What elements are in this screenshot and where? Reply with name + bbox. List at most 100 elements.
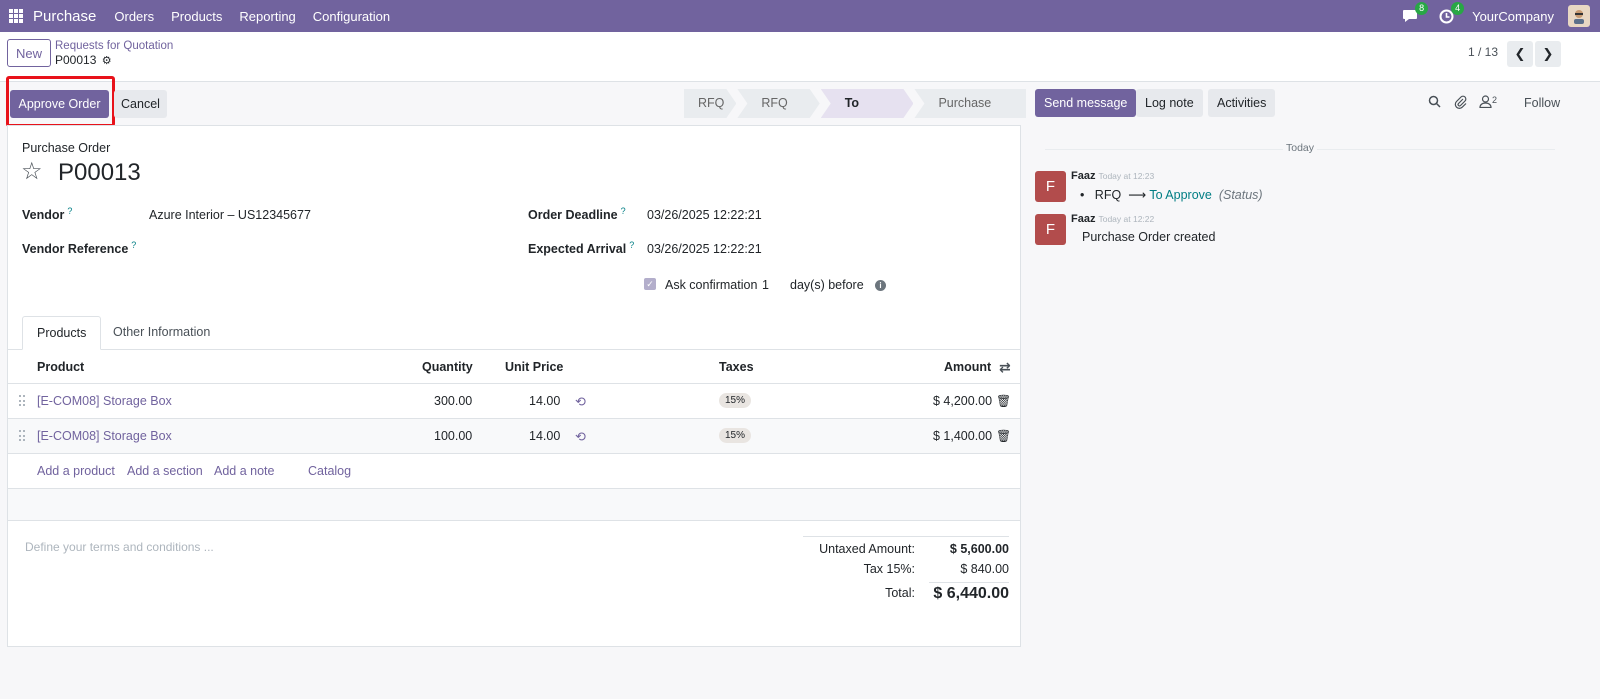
chat-icon[interactable]: 8	[1400, 2, 1429, 26]
user-avatar[interactable]	[1568, 5, 1590, 27]
info-icon[interactable]: i	[875, 280, 886, 291]
followers-button[interactable]: 2	[1479, 95, 1497, 111]
add-product-link[interactable]: Add a product	[37, 464, 115, 478]
expected-arrival-label: Expected Arrival?	[528, 240, 634, 256]
days-before-label: day(s) before	[790, 278, 864, 292]
message-author-name[interactable]: Faaz	[1071, 170, 1095, 182]
column-product[interactable]: Product	[37, 360, 84, 374]
line-quantity[interactable]: 100.00	[434, 429, 472, 443]
ask-confirmation-label: Ask confirmation	[665, 278, 758, 292]
avatar[interactable]: F	[1035, 171, 1066, 202]
help-mark[interactable]: ?	[131, 240, 136, 250]
paperclip-icon[interactable]	[1454, 95, 1467, 112]
help-mark[interactable]: ?	[67, 206, 72, 216]
column-amount[interactable]: Amount	[944, 360, 991, 374]
send-message-button[interactable]: Send message	[1035, 89, 1137, 117]
help-mark[interactable]: ?	[621, 206, 626, 216]
company-switcher[interactable]: YourCompany	[1472, 9, 1554, 24]
table-row[interactable]: [E-COM08] Storage Box 300.00 14.00 ⟲ 15%…	[8, 384, 1020, 419]
message-author: Faaz Today at 12:23	[1071, 170, 1154, 182]
menu-orders[interactable]: Orders	[114, 9, 154, 24]
tax-label: Tax 15%:	[863, 562, 915, 576]
stage-rfq-sent[interactable]: RFQ Sent	[737, 89, 819, 118]
reset-icon[interactable]: ⟲	[575, 429, 586, 445]
cancel-button[interactable]: Cancel	[114, 90, 167, 118]
vendor-reference-label-text: Vendor Reference	[22, 242, 129, 257]
tax-badge[interactable]: 15%	[719, 393, 752, 408]
line-unit-price[interactable]: 14.00	[529, 394, 560, 408]
expected-arrival-field[interactable]: 03/26/2025 12:22:21	[647, 242, 762, 256]
line-quantity[interactable]: 300.00	[434, 394, 472, 408]
line-product[interactable]: [E-COM08] Storage Box	[37, 394, 172, 408]
page-title: P00013	[58, 159, 141, 186]
order-deadline-label: Order Deadline?	[528, 206, 626, 222]
ask-confirmation-checkbox[interactable]: ✓	[644, 278, 656, 290]
vendor-label-text: Vendor	[22, 208, 65, 223]
approve-order-button[interactable]: Approve Order	[10, 90, 109, 118]
stage-to-approve[interactable]: To Approve	[821, 89, 914, 118]
table-row[interactable]: [E-COM08] Storage Box 100.00 14.00 ⟲ 15%…	[8, 419, 1020, 454]
vendor-field[interactable]: Azure Interior – US12345677	[149, 208, 311, 222]
log-note-button[interactable]: Log note	[1136, 89, 1203, 117]
column-quantity[interactable]: Quantity	[422, 360, 473, 374]
untaxed-row: Untaxed Amount: $ 5,600.00	[803, 537, 1009, 557]
drag-handle-icon[interactable]	[19, 430, 25, 442]
vendor-reference-label: Vendor Reference?	[22, 240, 136, 256]
add-section-link[interactable]: Add a section	[127, 464, 203, 478]
order-deadline-label-text: Order Deadline	[528, 208, 618, 223]
date-separator-label: Today	[1283, 142, 1318, 154]
drag-handle-icon[interactable]	[19, 395, 25, 407]
new-status: To Approve	[1149, 188, 1212, 202]
column-taxes[interactable]: Taxes	[719, 360, 754, 374]
breadcrumb-rfq[interactable]: Requests for Quotation	[55, 40, 173, 52]
activities-badge: 4	[1451, 2, 1465, 15]
untaxed-value: $ 5,600.00	[949, 542, 1009, 556]
tab-other-information[interactable]: Other Information	[99, 316, 224, 350]
new-button[interactable]: New	[7, 39, 51, 67]
confirmation-days-field[interactable]: 1	[762, 278, 769, 292]
order-deadline-field[interactable]: 03/26/2025 12:22:21	[647, 208, 762, 222]
record-type-label: Purchase Order	[22, 141, 111, 155]
line-unit-price[interactable]: 14.00	[529, 429, 560, 443]
order-lines-header: Product Quantity Unit Price Taxes Amount…	[8, 350, 1020, 384]
pager-value[interactable]: 1 / 13	[1468, 45, 1498, 59]
clock-icon[interactable]: 4	[1436, 2, 1465, 26]
gear-icon[interactable]: ⚙	[102, 55, 112, 67]
avatar[interactable]: F	[1035, 214, 1066, 245]
follow-button[interactable]: Follow	[1524, 96, 1560, 110]
menu-configuration[interactable]: Configuration	[313, 9, 390, 24]
trash-icon[interactable]: 🗑	[996, 394, 1011, 408]
message-author-name[interactable]: Faaz	[1071, 213, 1095, 225]
menu-products[interactable]: Products	[171, 9, 222, 24]
apps-grid-icon[interactable]	[9, 9, 23, 23]
tax-badge[interactable]: 15%	[719, 428, 752, 443]
terms-input[interactable]: Define your terms and conditions ...	[25, 540, 214, 554]
chevron-left-icon[interactable]: ❮	[1507, 41, 1533, 67]
vendor-reference-field[interactable]	[149, 240, 489, 258]
star-icon[interactable]: ☆	[21, 160, 43, 184]
tax-row: Tax 15%: $ 840.00	[803, 557, 1009, 577]
record-name-text: P00013	[55, 53, 97, 67]
chevron-right-icon[interactable]: ❯	[1535, 41, 1561, 67]
tracked-field: (Status)	[1218, 188, 1263, 202]
breadcrumb-current: P00013 ⚙	[55, 53, 112, 67]
reset-icon[interactable]: ⟲	[575, 394, 586, 410]
app-name[interactable]: Purchase	[33, 8, 96, 25]
activities-button[interactable]: Activities	[1208, 89, 1276, 117]
menu-reporting[interactable]: Reporting	[239, 9, 295, 24]
add-note-link[interactable]: Add a note	[214, 464, 274, 478]
catalog-link[interactable]: Catalog	[308, 464, 351, 478]
message-time: Today at 12:23	[1098, 171, 1155, 181]
control-panel: New Requests for Quotation P00013 ⚙ 1 / …	[0, 32, 1600, 82]
tax-value: $ 840.00	[960, 562, 1009, 576]
tracking-value: • RFQ ⟶ To Approve (Status)	[1080, 188, 1263, 202]
line-product[interactable]: [E-COM08] Storage Box	[37, 429, 172, 443]
stage-rfq[interactable]: RFQ	[684, 89, 736, 118]
tab-products[interactable]: Products	[22, 316, 102, 350]
help-mark[interactable]: ?	[629, 240, 634, 250]
adjust-columns-icon[interactable]: ⇄	[999, 359, 1011, 376]
column-unit-price[interactable]: Unit Price	[505, 360, 563, 374]
search-icon[interactable]	[1428, 95, 1441, 111]
stage-purchase-order[interactable]: Purchase Order	[914, 89, 1026, 118]
trash-icon[interactable]: 🗑	[996, 429, 1011, 443]
